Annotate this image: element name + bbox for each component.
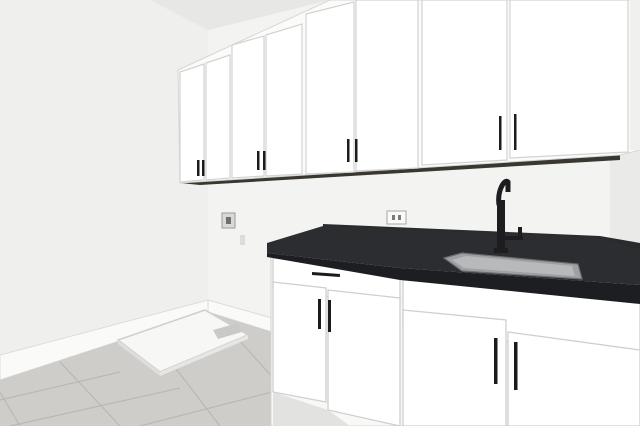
cabinet-handle — [347, 139, 350, 162]
upper-cabinet-door[interactable] — [421, 0, 508, 166]
dryer-vent-icon — [221, 212, 236, 229]
cabinet-handle — [514, 342, 518, 390]
scene-svg — [0, 0, 640, 426]
cabinet-handle — [263, 151, 266, 170]
upper-cabinet-door[interactable] — [265, 23, 303, 177]
cabinet-handle — [202, 160, 205, 176]
cabinet-handle — [514, 114, 517, 150]
right-wall — [610, 150, 640, 250]
upper-cabinet-door[interactable] — [355, 0, 419, 172]
lower-cabinet-door[interactable] — [402, 309, 507, 426]
lower-cabinet-door[interactable] — [327, 289, 401, 426]
right-wall-edge — [630, 0, 640, 150]
cabinet-handle — [257, 151, 260, 170]
upper-cabinet-door[interactable] — [305, 1, 355, 175]
wall-valve — [240, 235, 245, 245]
electrical-outlet-icon — [386, 210, 407, 225]
laundry-room-photo — [0, 0, 640, 426]
cabinet-handle — [494, 338, 498, 384]
upper-cabinet-door[interactable] — [179, 63, 205, 183]
upper-cabinet-door[interactable] — [509, 0, 629, 159]
cabinet-handle — [197, 160, 200, 176]
cabinet-handle — [499, 116, 502, 150]
left-wall — [0, 0, 208, 355]
cabinet-handle — [318, 299, 321, 329]
cabinet-handle — [328, 300, 331, 332]
upper-cabinet-door[interactable] — [205, 54, 231, 181]
cabinet-handle — [355, 139, 358, 162]
